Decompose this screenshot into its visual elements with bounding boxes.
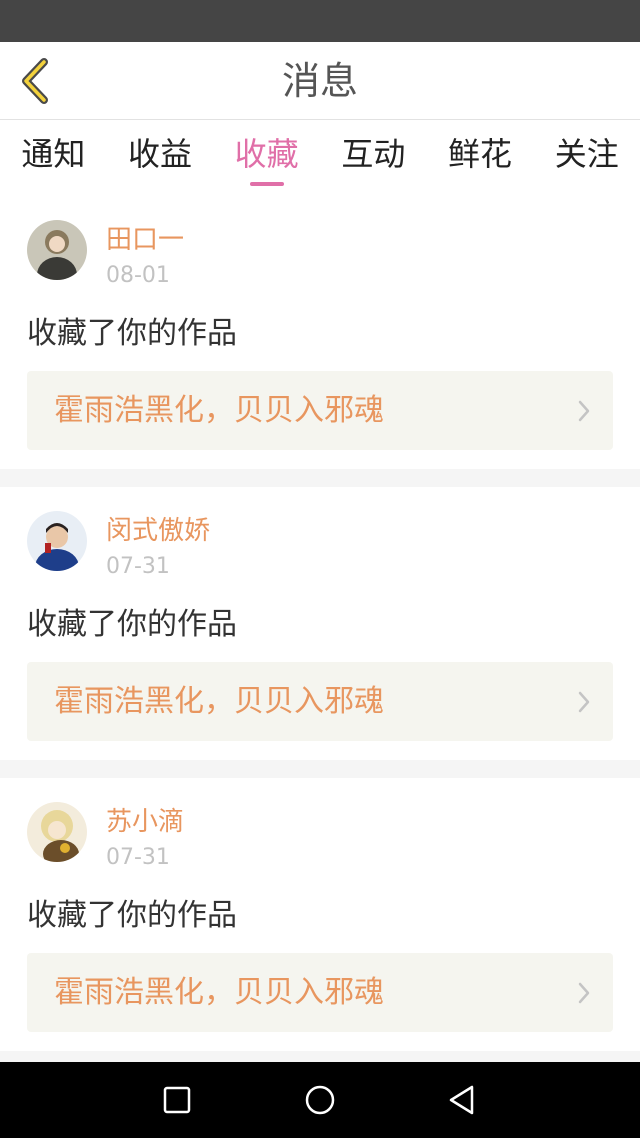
message-date: 07-31 xyxy=(106,554,170,579)
header: 消息 xyxy=(0,42,640,120)
recents-square-icon[interactable] xyxy=(159,1082,195,1118)
message-card: 田口一 08-01 收藏了你的作品 霍雨浩黑化，贝贝入邪魂 xyxy=(0,196,640,469)
user-name[interactable]: 田口一 xyxy=(106,224,184,256)
work-link[interactable]: 霍雨浩黑化，贝贝入邪魂 xyxy=(27,371,613,450)
chevron-left-icon xyxy=(22,58,48,104)
back-button[interactable] xyxy=(10,54,60,108)
avatar[interactable] xyxy=(27,220,87,280)
home-circle-icon[interactable] xyxy=(302,1082,338,1118)
tab-label: 互动 xyxy=(341,135,406,173)
tab-label: 通知 xyxy=(21,135,86,173)
tab-label: 关注 xyxy=(554,135,619,173)
chevron-right-icon xyxy=(578,982,590,1004)
avatar[interactable] xyxy=(27,802,87,862)
message-list[interactable]: 田口一 08-01 收藏了你的作品 霍雨浩黑化，贝贝入邪魂 闵式傲娇 07-31… xyxy=(0,196,640,1062)
message-text: 收藏了你的作品 xyxy=(27,607,237,642)
work-title: 霍雨浩黑化，贝贝入邪魂 xyxy=(54,684,384,719)
message-text: 收藏了你的作品 xyxy=(27,898,237,933)
tab-earnings[interactable]: 收益 xyxy=(107,120,214,196)
message-card: 闵式傲娇 07-31 收藏了你的作品 霍雨浩黑化，贝贝入邪魂 xyxy=(0,487,640,760)
tab-notifications[interactable]: 通知 xyxy=(0,120,107,196)
tab-label: 鲜花 xyxy=(448,135,513,173)
tab-flowers[interactable]: 鲜花 xyxy=(427,120,534,196)
user-name[interactable]: 苏小滴 xyxy=(106,806,184,838)
tab-favorites[interactable]: 收藏 xyxy=(213,120,320,196)
tab-interactions[interactable]: 互动 xyxy=(320,120,427,196)
user-name[interactable]: 闵式傲娇 xyxy=(106,515,210,547)
work-link[interactable]: 霍雨浩黑化，贝贝入邪魂 xyxy=(27,953,613,1032)
tab-label: 收藏 xyxy=(234,135,299,173)
chevron-right-icon xyxy=(578,691,590,713)
message-card: 苏小滴 07-31 收藏了你的作品 霍雨浩黑化，贝贝入邪魂 xyxy=(0,778,640,1051)
work-title: 霍雨浩黑化，贝贝入邪魂 xyxy=(54,975,384,1010)
message-date: 07-31 xyxy=(106,845,170,870)
tab-follows[interactable]: 关注 xyxy=(533,120,640,196)
system-nav-bar xyxy=(0,1062,640,1138)
page-title: 消息 xyxy=(281,59,358,103)
work-link[interactable]: 霍雨浩黑化，贝贝入邪魂 xyxy=(27,662,613,741)
message-date: 08-01 xyxy=(106,263,170,288)
work-title: 霍雨浩黑化，贝贝入邪魂 xyxy=(54,393,384,428)
back-triangle-icon[interactable] xyxy=(444,1082,480,1118)
tab-bar: 通知 收益 收藏 互动 鲜花 关注 xyxy=(0,120,640,196)
status-bar xyxy=(0,0,640,42)
active-tab-indicator xyxy=(249,182,284,186)
chevron-right-icon xyxy=(578,400,590,422)
tab-label: 收益 xyxy=(128,135,193,173)
message-text: 收藏了你的作品 xyxy=(27,316,237,351)
avatar[interactable] xyxy=(27,511,87,571)
